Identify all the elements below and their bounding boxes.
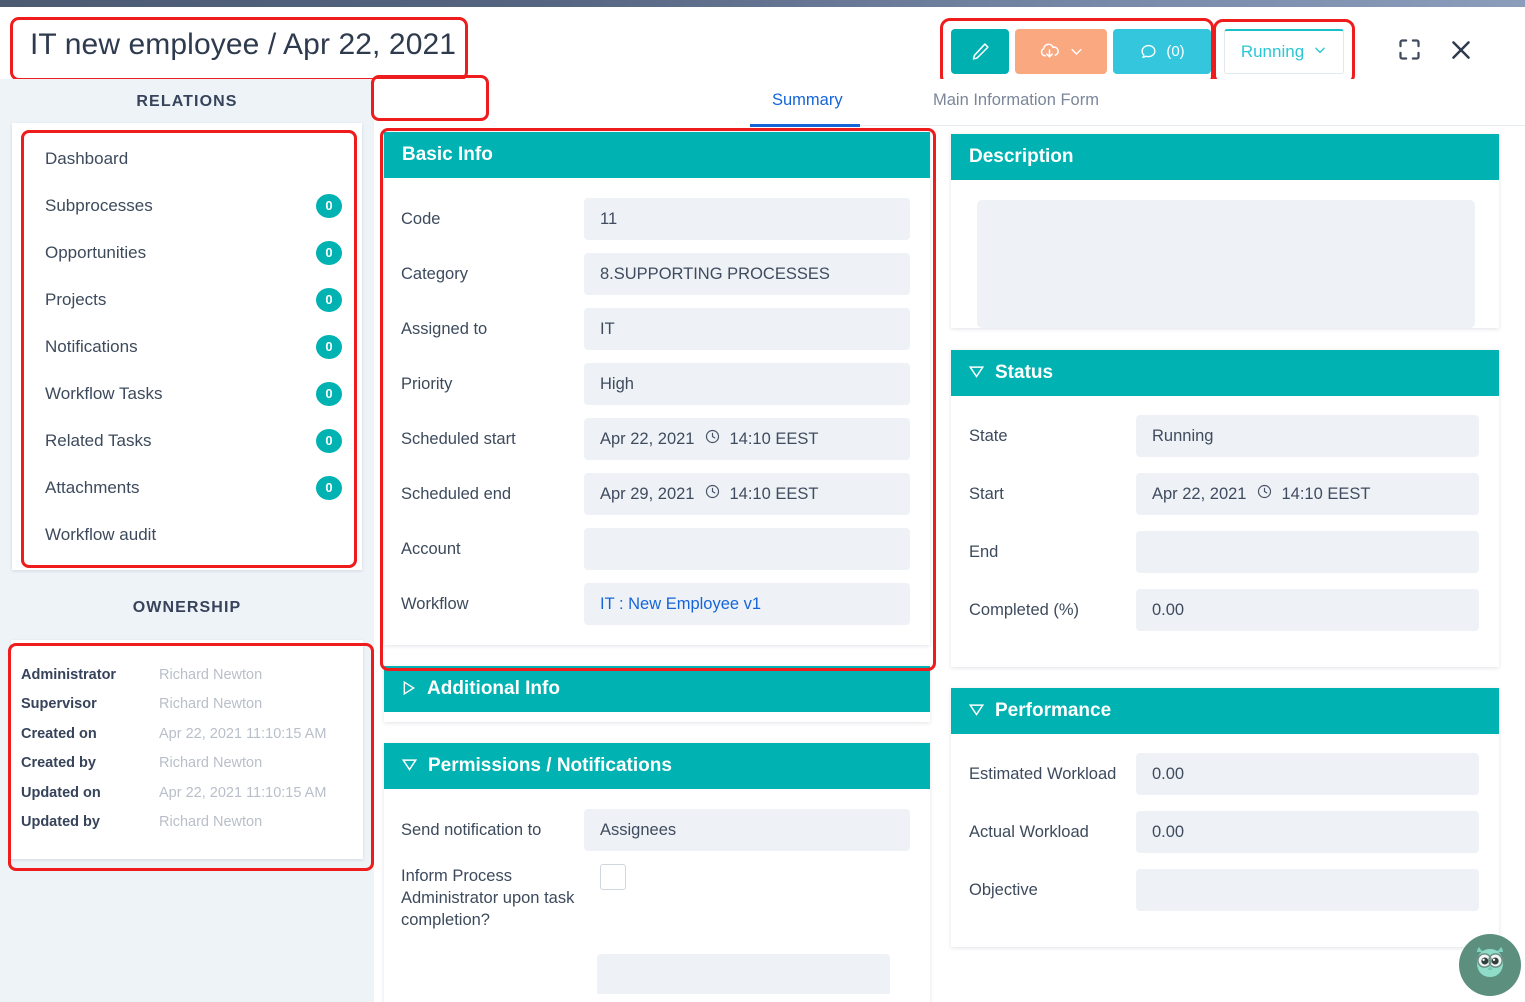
additional-info-panel[interactable]: Additional Info: [384, 666, 930, 722]
description-header: Description: [951, 134, 1499, 180]
field-label: Completed (%): [969, 600, 1080, 619]
completed-percent-value[interactable]: 0.00: [1136, 589, 1479, 631]
panel-title: Performance: [995, 700, 1112, 721]
caret-down-icon: [968, 364, 985, 382]
comment-icon: [1139, 42, 1158, 61]
chevron-down-icon[interactable]: [1069, 44, 1084, 59]
field-label: Inform Process Administrator upon task c…: [401, 867, 575, 929]
start-date: Apr 22, 2021: [1152, 484, 1247, 503]
process-detail-window: IT new employee / Apr 22, 2021 (0) Runni…: [0, 0, 1525, 1002]
caret-down-icon: [968, 702, 985, 720]
status-selector[interactable]: Running: [1224, 29, 1344, 74]
status-panel: Status State Running Start Apr 22, 2021 …: [951, 350, 1499, 667]
relations-title: RELATIONS: [136, 93, 238, 110]
window-chrome-bar: [0, 0, 1525, 7]
state-value[interactable]: Running: [1136, 415, 1479, 457]
field-inform-process-administrator: Inform Process Administrator upon task c…: [401, 864, 910, 932]
end-value[interactable]: [1136, 531, 1479, 573]
description-panel: Description: [951, 134, 1499, 328]
panel-title: Description: [969, 146, 1074, 167]
performance-header[interactable]: Performance: [951, 688, 1499, 734]
ownership-title: OWNERSHIP: [132, 599, 242, 616]
field-state: State Running: [969, 415, 1479, 457]
caret-right-icon: [402, 680, 416, 698]
permissions-panel: Permissions / Notifications Send notific…: [384, 743, 930, 1002]
next-field-partial[interactable]: [597, 953, 890, 994]
download-button[interactable]: [1015, 29, 1107, 74]
title-highlight: [10, 17, 468, 81]
actual-workload-value[interactable]: 0.00: [1136, 811, 1479, 853]
additional-info-header[interactable]: Additional Info: [384, 666, 930, 712]
field-label: Send notification to: [401, 820, 542, 839]
objective-value[interactable]: [1136, 869, 1479, 911]
description-textarea[interactable]: [977, 200, 1475, 328]
status-selector-value: Running: [1240, 42, 1305, 61]
tab-bar: Summary Main Information Form: [374, 79, 1525, 127]
additional-info-body-collapsed: [384, 712, 930, 722]
permissions-header[interactable]: Permissions / Notifications: [384, 743, 930, 789]
field-estimated-workload: Estimated Workload 0.00: [969, 753, 1479, 795]
status-body: State Running Start Apr 22, 2021 14:10 E…: [951, 396, 1499, 667]
start-time: 14:10 EEST: [1281, 484, 1371, 503]
field-start: Start Apr 22, 2021 14:10 EEST: [969, 473, 1479, 515]
tab-summary-highlight: [371, 75, 489, 121]
page-header: IT new employee / Apr 22, 2021 (0) Runni…: [0, 7, 1525, 86]
relations-highlight: [21, 130, 357, 568]
permissions-body: Send notification to Assignees Inform Pr…: [384, 789, 930, 1002]
field-actual-workload: Actual Workload 0.00: [969, 811, 1479, 853]
field-label: Start: [969, 484, 1004, 503]
cloud-download-icon: [1038, 40, 1061, 63]
ownership-highlight: [8, 643, 374, 871]
panel-title: Permissions / Notifications: [428, 755, 672, 776]
tab-divider: [860, 125, 1525, 126]
field-completed-percent: Completed (%) 0.00: [969, 589, 1479, 631]
send-notification-value[interactable]: Assignees: [584, 809, 910, 851]
chevron-down-icon: [1313, 42, 1327, 62]
tab-main-information-form[interactable]: Main Information Form: [923, 85, 1109, 116]
panel-title: Status: [995, 362, 1054, 383]
field-send-notification-to: Send notification to Assignees: [401, 809, 910, 851]
close-icon: [1447, 36, 1475, 69]
pencil-icon: [970, 41, 991, 62]
estimated-workload-value[interactable]: 0.00: [1136, 753, 1479, 795]
tab-summary[interactable]: Summary: [762, 85, 853, 116]
edit-button[interactable]: [951, 29, 1009, 74]
field-label: State: [969, 426, 1008, 445]
performance-body: Estimated Workload 0.00 Actual Workload …: [951, 734, 1499, 947]
basic-info-highlight: [380, 128, 936, 671]
panel-title: Additional Info: [427, 678, 560, 699]
status-header[interactable]: Status: [951, 350, 1499, 396]
owl-assistant-button[interactable]: [1459, 934, 1521, 996]
field-end: End: [969, 531, 1479, 573]
performance-panel: Performance Estimated Workload 0.00 Actu…: [951, 688, 1499, 947]
action-buttons: (0): [951, 29, 1211, 74]
caret-down-icon: [401, 757, 418, 775]
field-objective: Objective: [969, 869, 1479, 911]
close-button[interactable]: [1444, 35, 1478, 69]
field-label: End: [969, 542, 999, 561]
field-label: Objective: [969, 880, 1038, 899]
expand-button[interactable]: [1392, 35, 1426, 69]
right-column: Description Status State Running Start A…: [951, 134, 1499, 968]
fullscreen-icon: [1396, 36, 1423, 68]
field-label: Estimated Workload: [969, 764, 1117, 783]
start-value[interactable]: Apr 22, 2021 14:10 EEST: [1136, 473, 1479, 515]
field-label: Actual Workload: [969, 822, 1089, 841]
clock-icon: [1256, 483, 1273, 505]
comments-button[interactable]: (0): [1113, 29, 1211, 74]
comments-count: (0): [1166, 43, 1185, 60]
owl-icon: [1466, 939, 1514, 992]
active-tab-indicator: [750, 124, 860, 127]
inform-process-administrator-checkbox[interactable]: [600, 864, 626, 890]
